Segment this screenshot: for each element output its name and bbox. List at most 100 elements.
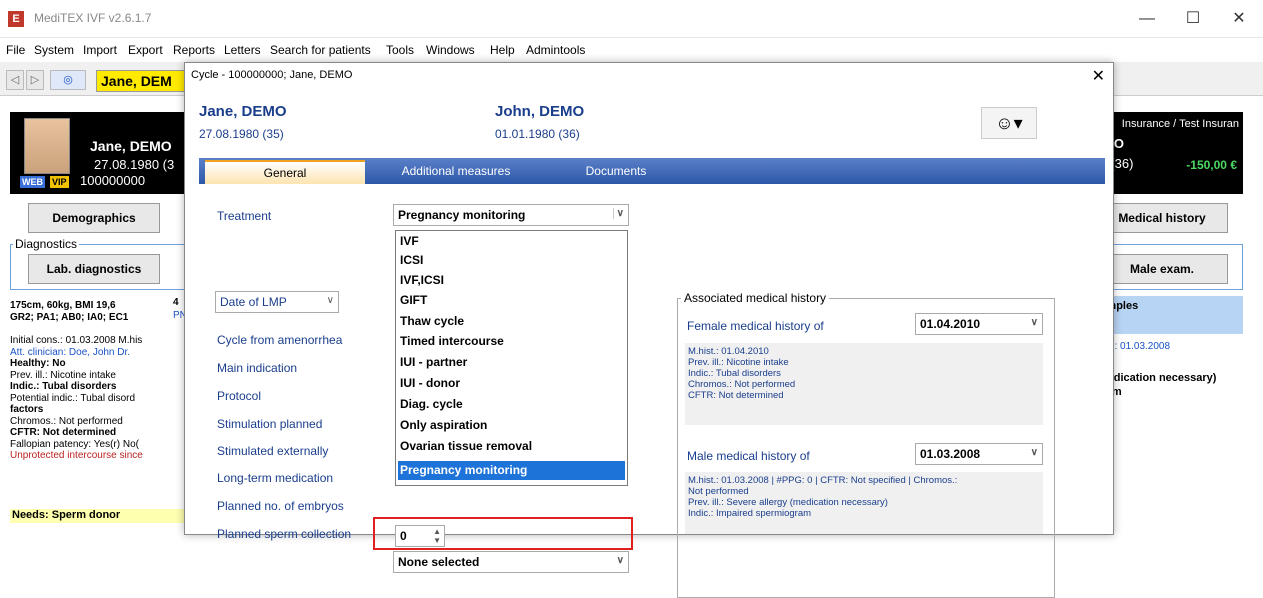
option-ovarian-tissue-removal[interactable]: Ovarian tissue removal (398, 437, 625, 456)
chevron-down-icon: ∨ (1030, 317, 1038, 328)
option-iui-partner[interactable]: IUI - partner (398, 353, 625, 372)
menu-admintools[interactable]: Admintools (526, 43, 585, 57)
male-history-line: Indic.: Impaired spermiogram (688, 508, 812, 519)
option-icsi[interactable]: ICSI (398, 251, 625, 270)
stimulation-planned-label: Stimulation planned (217, 417, 323, 431)
date-type-value: Date of LMP (220, 295, 287, 309)
tab-general[interactable]: General (205, 160, 365, 184)
option-diag-cycle[interactable]: Diag. cycle (398, 395, 625, 414)
option-ivf-icsi[interactable]: IVF,ICSI (398, 271, 625, 290)
female-history-line: M.hist.: 01.04.2010 (688, 346, 769, 357)
chromosomes: Chromos.: Not performed (10, 415, 123, 427)
cycle-dialog: Cycle - 100000000; Jane, DEMO ✕ Jane, DE… (184, 62, 1114, 598)
option-gift[interactable]: GIFT (398, 291, 625, 310)
demographics-button[interactable]: Demographics (28, 203, 160, 233)
chevron-down-icon: ∨ (326, 295, 334, 306)
option-pregnancy-monitoring[interactable]: Pregnancy monitoring (398, 461, 625, 480)
unprotected-intercourse: Unprotected intercourse since (10, 450, 143, 461)
female-history-label: Female medical history of (687, 319, 824, 333)
option-timed-intercourse[interactable]: Timed intercourse (398, 332, 625, 351)
menu-letters[interactable]: Letters (224, 43, 261, 57)
medical-history-button[interactable]: Medical history (1096, 203, 1228, 233)
male-history-date: 01.03.2008 (920, 447, 981, 461)
balance: -150,00 € (1186, 158, 1237, 172)
menu-tools[interactable]: Tools (386, 43, 414, 57)
female-history-line: Chromos.: Not performed (688, 379, 796, 390)
minimize-button[interactable]: — (1127, 6, 1167, 32)
menu-export[interactable]: Export (128, 43, 163, 57)
patient-name: Jane, DEMO (90, 138, 172, 154)
diagnostics-label: Diagnostics (13, 237, 80, 251)
female-dob: 27.08.1980 (35) (199, 127, 284, 141)
treatment-dropdown: IVF ICSI IVF,ICSI GIFT Thaw cycle Timed … (395, 230, 628, 486)
female-history-line: Indic.: Tubal disorders (688, 368, 781, 379)
patient-photo (24, 118, 70, 174)
female-history-summary: M.hist.: 01.04.2010 Prev. ill.: Nicotine… (685, 343, 1043, 425)
menu-file[interactable]: File (6, 43, 25, 57)
forward-icon[interactable]: ▷ (26, 70, 44, 90)
menu-help[interactable]: Help (490, 43, 515, 57)
tab-additional-measures[interactable]: Additional measures (371, 160, 541, 184)
planned-sperm-label: Planned sperm collection (217, 527, 352, 541)
option-thaw-cycle[interactable]: Thaw cycle (398, 312, 625, 331)
male-name: John, DEMO (495, 103, 585, 120)
attending-clinician: Att. clinician: Doe, John Dr. (10, 346, 131, 358)
long-term-medication-label: Long-term medication (217, 471, 334, 485)
tab-documents[interactable]: Documents (541, 160, 691, 184)
menu-import[interactable]: Import (83, 43, 117, 57)
initial-consultation: Initial cons.: 01.03.2008 M.his (10, 335, 143, 346)
close-button[interactable]: ✕ (1219, 6, 1259, 32)
male-history-line: Prev. ill.: Severe allergy (medication n… (688, 497, 888, 508)
male-exam-button[interactable]: Male exam. (1096, 254, 1228, 284)
stimulated-externally-label: Stimulated externally (217, 444, 329, 458)
cycle-from-label: Cycle from amenorrhea (217, 333, 343, 347)
option-ivf[interactable]: IVF (398, 232, 625, 251)
planned-embryos-label: Planned no. of embryos (217, 499, 344, 513)
chevron-down-icon: ∨ (612, 208, 624, 219)
factors: factors (10, 404, 44, 415)
lab-diagnostics-button[interactable]: Lab. diagnostics (28, 254, 160, 284)
sperm-collection-select[interactable]: None selected ∨ (393, 551, 629, 573)
embryos-value: 0 (400, 529, 407, 543)
treatment-select[interactable]: Pregnancy monitoring ∨ (393, 204, 629, 226)
embryos-stepper[interactable]: 0 ▲ ▼ (395, 525, 445, 547)
app-title: MediTEX IVF v2.6.1.7 (34, 11, 152, 25)
chevron-down-icon: ∨ (1030, 447, 1038, 458)
female-history-date-select[interactable]: 01.04.2010 ∨ (915, 313, 1043, 335)
indication: Indic.: Tubal disorders (10, 381, 117, 392)
back-icon[interactable]: ◁ (6, 70, 24, 90)
couple-lab-icon[interactable]: ☺▾ (981, 107, 1037, 139)
patient-id: 100000000 (80, 173, 146, 188)
patient-search-icon[interactable]: ◎ (50, 70, 86, 90)
healthy-status: Healthy: No (10, 358, 66, 369)
treatment-value: Pregnancy monitoring (398, 208, 526, 222)
menu-search-for-patients[interactable]: Search for patients (270, 43, 371, 57)
dialog-title: Cycle - 100000000; Jane, DEMO (191, 69, 353, 81)
potential-indication: Potential indic.: Tubal disord (10, 392, 136, 404)
date-type-select[interactable]: Date of LMP ∨ (215, 291, 339, 313)
option-iui-donor[interactable]: IUI - donor (398, 374, 625, 393)
male-history-summary: M.hist.: 01.03.2008 | #PPG: 0 | CFTR: No… (685, 472, 1043, 534)
cftr: CFTR: Not determined (10, 427, 117, 438)
protocol-label: Protocol (217, 389, 262, 403)
title-bar: E MediTEX IVF v2.6.1.7 — ☐ ✕ (0, 0, 1263, 38)
patient-dob: 27.08.1980 (3 (94, 157, 175, 172)
patient-name-field[interactable]: Jane, DEM (96, 70, 196, 92)
sperm-collection-value: None selected (398, 555, 480, 569)
dialog-close-button[interactable]: ✕ (1092, 66, 1105, 86)
option-only-aspiration[interactable]: Only aspiration (398, 416, 625, 435)
menu-system[interactable]: System (34, 43, 74, 57)
maximize-button[interactable]: ☐ (1173, 6, 1213, 32)
male-history-label: Male medical history of (687, 449, 810, 463)
chevron-down-icon: ∨ (616, 555, 624, 566)
female-history-date: 01.04.2010 (920, 317, 981, 331)
male-history-line: Not performed (688, 486, 749, 497)
menu-reports[interactable]: Reports (173, 43, 215, 57)
vip-badge: VIP (50, 176, 69, 188)
menu-bar: File System Import Export Reports Letter… (0, 38, 1263, 60)
web-badge: WEB (20, 176, 45, 188)
menu-windows[interactable]: Windows (426, 43, 475, 57)
treatment-label: Treatment (217, 209, 272, 223)
male-history-date-select[interactable]: 01.03.2008 ∨ (915, 443, 1043, 465)
tab-bar: General Additional measures Documents (199, 158, 1105, 184)
